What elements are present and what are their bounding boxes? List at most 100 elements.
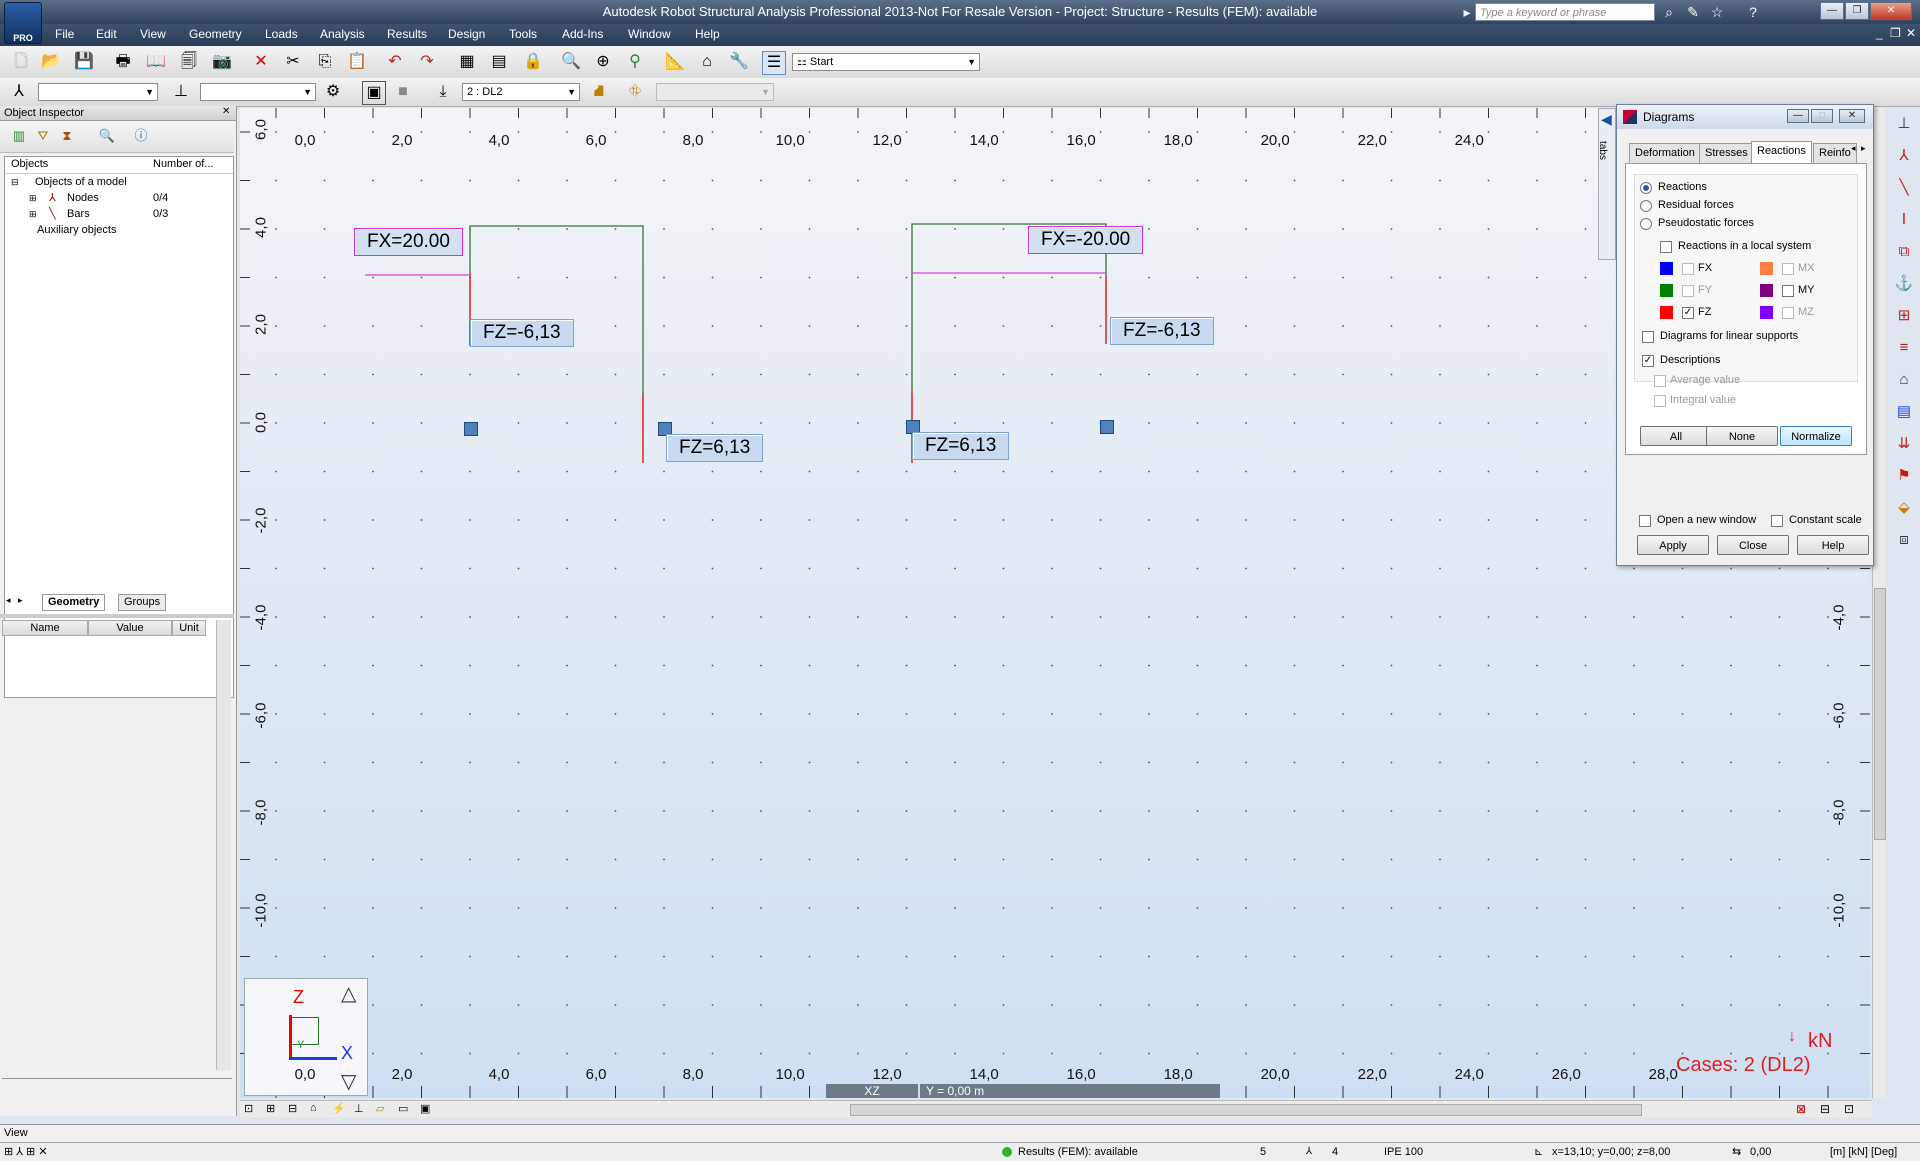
frame-icon[interactable]: ⅄ bbox=[1892, 144, 1916, 168]
search-icon[interactable]: 🔍 bbox=[96, 125, 118, 147]
doc-close-icon[interactable]: ✕ bbox=[1906, 26, 1916, 40]
menu-loads[interactable]: Loads bbox=[265, 27, 298, 41]
table-icon[interactable]: ▤ bbox=[1892, 400, 1916, 424]
redo-icon[interactable]: ↷ bbox=[416, 51, 438, 73]
mz-color-swatch[interactable] bbox=[1760, 306, 1773, 319]
view-tool-strip[interactable]: ⊡ ⊞ ⊟ ⌂ ⚡ ⊥ ▱ ▭ ▣ bbox=[244, 1102, 454, 1116]
lock-icon[interactable]: 🔒 bbox=[522, 51, 544, 73]
residual-forces-radio[interactable] bbox=[1640, 200, 1652, 212]
menu-file[interactable]: File bbox=[55, 27, 74, 41]
dialog-side-tab[interactable]: ◀ tabs bbox=[1597, 108, 1616, 260]
app-logo[interactable]: PRO bbox=[4, 2, 42, 44]
scroll-thumb[interactable] bbox=[1874, 588, 1886, 840]
view-frame-icon[interactable]: ▣ bbox=[362, 81, 386, 105]
structure-axis-icon[interactable]: ⚲ bbox=[624, 51, 646, 73]
node-selection-field[interactable]: ▼ bbox=[38, 83, 158, 101]
tab-reactions[interactable]: Reactions bbox=[1751, 141, 1812, 164]
view-tool-icon[interactable]: ▣ bbox=[420, 1102, 430, 1115]
normalize-button[interactable]: Normalize bbox=[1780, 426, 1852, 446]
spectrum-icon[interactable]: ⧈ bbox=[1892, 528, 1916, 552]
view-tool-icon[interactable]: ⊟ bbox=[288, 1102, 297, 1115]
screen-capture-icon[interactable]: 📷 bbox=[211, 51, 233, 73]
tab-scroll-left-icon[interactable]: ◂ bbox=[1851, 143, 1856, 154]
view-up-icon[interactable]: △ bbox=[341, 981, 356, 1006]
layout-select[interactable]: ⚏ Start ▼ bbox=[792, 53, 980, 71]
tree-row-bars[interactable]: ⊞ ╲ Bars 0/3 bbox=[5, 207, 233, 222]
layouts-icon[interactable]: ☰ bbox=[762, 51, 786, 75]
doc-minimize-icon[interactable]: _ bbox=[1876, 26, 1883, 40]
linear-supports-checkbox[interactable] bbox=[1642, 331, 1654, 343]
mz-checkbox[interactable] bbox=[1782, 307, 1794, 319]
apply-button[interactable]: Apply bbox=[1637, 535, 1709, 555]
zoom-icon[interactable]: 🔍 bbox=[560, 51, 582, 73]
table-icon[interactable]: ▤ bbox=[488, 51, 510, 73]
menu-results[interactable]: Results bbox=[387, 27, 427, 41]
integral-value-label[interactable]: Integral value bbox=[1670, 394, 1736, 407]
close-button[interactable]: Close bbox=[1717, 535, 1789, 555]
print-icon[interactable]: 🖶 bbox=[112, 51, 134, 73]
property-scrollbar[interactable] bbox=[216, 620, 231, 1070]
bars-icon[interactable]: ⊥ bbox=[1892, 112, 1916, 136]
local-system-checkbox[interactable] bbox=[1660, 241, 1672, 253]
minimize-button[interactable]: — bbox=[1820, 2, 1844, 20]
col-unit[interactable]: Unit bbox=[172, 620, 206, 636]
search-input[interactable]: Type a keyword or phrase bbox=[1475, 3, 1655, 21]
none-button[interactable]: None bbox=[1706, 426, 1778, 446]
mx-checkbox[interactable] bbox=[1782, 263, 1794, 275]
open-new-window-checkbox[interactable] bbox=[1639, 515, 1651, 527]
fz-color-swatch[interactable] bbox=[1660, 306, 1673, 319]
menu-window[interactable]: Window bbox=[628, 27, 671, 41]
view-tool-icon[interactable]: ⊡ bbox=[244, 1102, 253, 1115]
descriptions-checkbox[interactable]: ✓ bbox=[1642, 355, 1654, 367]
restore-button[interactable]: ❐ bbox=[1845, 2, 1869, 20]
expand-icon[interactable]: ⊞ bbox=[29, 207, 37, 222]
menu-help[interactable]: Help bbox=[695, 27, 720, 41]
load-display-icon[interactable]: ⛘ bbox=[588, 81, 610, 103]
descriptions-label[interactable]: Descriptions bbox=[1660, 354, 1721, 367]
columns-icon[interactable]: ▥ bbox=[8, 125, 30, 147]
all-button[interactable]: All bbox=[1640, 426, 1712, 446]
residual-forces-label[interactable]: Residual forces bbox=[1658, 199, 1734, 212]
col-value[interactable]: Value bbox=[88, 620, 172, 636]
load-icon[interactable]: ⇊ bbox=[1892, 432, 1916, 456]
fx-color-swatch[interactable] bbox=[1660, 262, 1673, 275]
view-tool-icon[interactable]: ⌂ bbox=[310, 1102, 317, 1114]
col-name[interactable]: Name bbox=[2, 620, 88, 636]
reactions-radio[interactable] bbox=[1640, 182, 1652, 194]
node-select-icon[interactable]: ⅄ bbox=[8, 81, 30, 103]
status-tool-icon[interactable]: ⊞ ⅄ ⊞ ✕ bbox=[4, 1143, 48, 1161]
component-select[interactable]: ▼ bbox=[656, 83, 774, 101]
average-value-checkbox[interactable] bbox=[1654, 375, 1666, 387]
favorites-icon[interactable]: ☆ bbox=[1708, 3, 1726, 21]
dialog-close-button[interactable]: ✕ bbox=[1839, 109, 1865, 123]
view-split-icon[interactable]: ⊟ bbox=[1820, 1102, 1830, 1116]
undo-icon[interactable]: ↶ bbox=[384, 51, 406, 73]
menu-geometry[interactable]: Geometry bbox=[189, 27, 242, 41]
dialog-title-bar[interactable]: Diagrams — □ ✕ bbox=[1617, 105, 1873, 129]
view-tool-icon[interactable]: ⚡ bbox=[332, 1102, 346, 1115]
tab-scroll-right-icon[interactable]: ▸ bbox=[18, 595, 23, 606]
release-icon[interactable]: ⊞ bbox=[1892, 304, 1916, 328]
binoculars-icon[interactable]: ⌕ bbox=[1660, 3, 1678, 21]
linear-supports-label[interactable]: Diagrams for linear supports bbox=[1660, 330, 1798, 343]
hourglass-icon[interactable]: ⧗ bbox=[56, 125, 78, 147]
panel-icon[interactable]: ⧉ bbox=[1892, 240, 1916, 264]
view-coordinate[interactable]: Y = 0,00 m bbox=[920, 1084, 1220, 1098]
bar-select-icon[interactable]: ⊥ bbox=[170, 81, 192, 103]
tree-col-objects[interactable]: Objects bbox=[11, 158, 48, 170]
open-new-window-label[interactable]: Open a new window bbox=[1657, 514, 1756, 527]
tree-col-number[interactable]: Number of... bbox=[153, 158, 214, 170]
expand-arrow-icon[interactable]: ▸ bbox=[1458, 3, 1476, 21]
menu-analysis[interactable]: Analysis bbox=[320, 27, 365, 41]
view-tool-icon[interactable]: ⊞ bbox=[266, 1102, 275, 1115]
tab-scroll-right-icon[interactable]: ▸ bbox=[1861, 143, 1866, 154]
delete-icon[interactable]: ✕ bbox=[250, 51, 272, 73]
fz-checkbox[interactable]: ✓ bbox=[1682, 307, 1694, 319]
paste-icon[interactable]: 📋 bbox=[346, 51, 368, 73]
menu-design[interactable]: Design bbox=[448, 27, 485, 41]
display-attributes-icon[interactable]: ⚙ bbox=[322, 81, 344, 103]
help-icon[interactable]: ⓘ bbox=[130, 125, 152, 147]
new-file-icon[interactable]: 🗋 bbox=[10, 51, 32, 73]
collapse-icon[interactable]: ⊟ bbox=[11, 175, 19, 190]
local-system-label[interactable]: Reactions in a local system bbox=[1678, 240, 1811, 253]
